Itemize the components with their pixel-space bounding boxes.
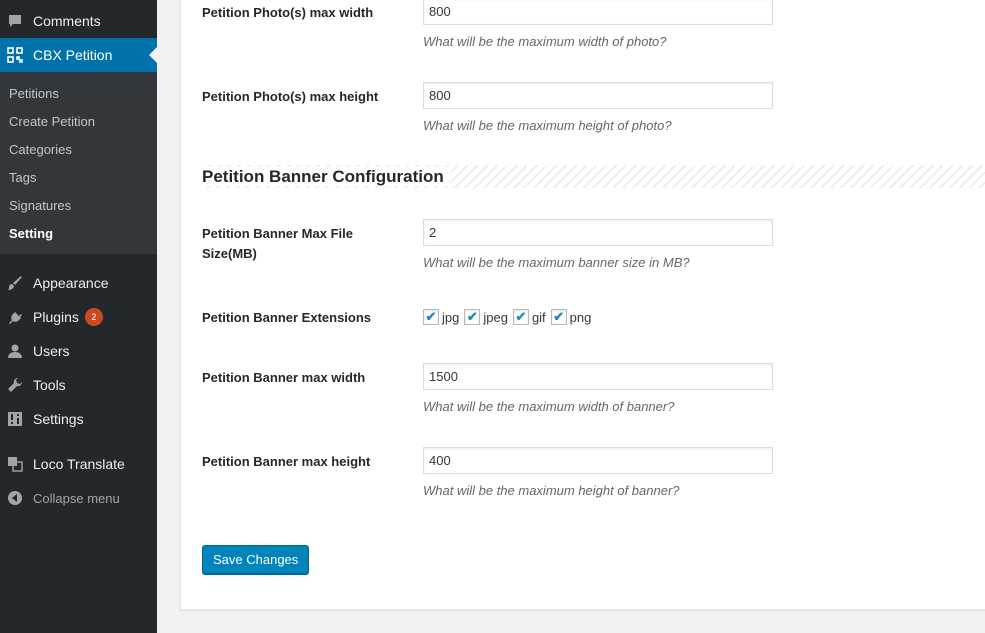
photo-width-input[interactable] bbox=[423, 0, 773, 25]
menu-cbx-petition[interactable]: CBX Petition bbox=[0, 38, 157, 72]
banner-height-description: What will be the maximum height of banne… bbox=[423, 483, 680, 498]
menu-users-label: Users bbox=[33, 343, 70, 359]
photo-height-label: Petition Photo(s) max height bbox=[202, 89, 379, 104]
menu-appearance-label: Appearance bbox=[33, 275, 109, 291]
checkmark-icon: ✔ bbox=[425, 309, 437, 324]
banner-size-label-line1: Petition Banner Max File bbox=[202, 226, 353, 241]
collapse-arrow-icon bbox=[6, 489, 24, 507]
collapse-menu-label: Collapse menu bbox=[33, 490, 120, 506]
jpeg-checkbox[interactable]: ✔ bbox=[464, 309, 481, 325]
menu-cbx-petition-label: CBX Petition bbox=[33, 47, 113, 63]
wrench-icon bbox=[6, 376, 24, 394]
photo-width-label: Petition Photo(s) max width bbox=[202, 5, 374, 20]
submenu-petitions[interactable]: Petitions bbox=[9, 86, 59, 101]
checkmark-icon: ✔ bbox=[515, 309, 527, 324]
plug-icon bbox=[6, 308, 24, 326]
menu-comments-label: Comments bbox=[33, 13, 101, 29]
paintbrush-icon bbox=[6, 274, 24, 292]
submenu-signatures[interactable]: Signatures bbox=[9, 198, 71, 213]
banner-size-label-line2: Size(MB) bbox=[202, 246, 257, 261]
user-icon bbox=[6, 342, 24, 360]
photo-height-description: What will be the maximum height of photo… bbox=[423, 118, 672, 133]
checkmark-icon: ✔ bbox=[466, 309, 478, 324]
banner-size-description: What will be the maximum banner size in … bbox=[423, 255, 690, 270]
menu-tools-label: Tools bbox=[33, 377, 66, 393]
menu-plugins-label: Plugins bbox=[33, 309, 79, 325]
menu-plugins[interactable]: Plugins 2 bbox=[0, 300, 157, 334]
menu-tools[interactable]: Tools bbox=[0, 368, 157, 402]
menu-loco-translate[interactable]: Loco Translate bbox=[0, 447, 157, 481]
banner-section-heading: Petition Banner Configuration bbox=[202, 165, 985, 188]
menu-loco-translate-label: Loco Translate bbox=[33, 456, 125, 472]
banner-size-label: Petition Banner Max File Size(MB) bbox=[202, 224, 353, 264]
banner-height-input[interactable] bbox=[423, 447, 773, 474]
menu-settings-label: Settings bbox=[33, 411, 84, 427]
banner-extensions-label: Petition Banner Extensions bbox=[202, 310, 372, 325]
submenu-setting[interactable]: Setting bbox=[9, 226, 53, 241]
collapse-menu-button[interactable]: Collapse menu bbox=[0, 481, 157, 515]
banner-width-input[interactable] bbox=[423, 363, 773, 390]
gif-checkbox[interactable]: ✔ bbox=[512, 309, 529, 325]
photo-width-description: What will be the maximum width of photo? bbox=[423, 34, 667, 49]
jpeg-option-label: jpeg bbox=[483, 309, 508, 325]
cbx-petition-submenu: Petitions Create Petition Categories Tag… bbox=[0, 72, 157, 254]
png-option-label: png bbox=[569, 309, 592, 325]
banner-size-input[interactable] bbox=[423, 219, 773, 246]
photo-height-input[interactable] bbox=[423, 82, 773, 109]
banner-width-description: What will be the maximum width of banner… bbox=[423, 399, 675, 414]
menu-users[interactable]: Users bbox=[0, 334, 157, 368]
png-checkbox[interactable]: ✔ bbox=[550, 309, 567, 325]
translate-icon bbox=[6, 455, 24, 473]
banner-height-label: Petition Banner max height bbox=[202, 454, 371, 469]
admin-sidebar: Comments CBX Petition Petitions Create P… bbox=[0, 0, 157, 633]
menu-settings[interactable]: Settings bbox=[0, 402, 157, 436]
checkmark-icon: ✔ bbox=[553, 309, 565, 324]
menu-appearance[interactable]: Appearance bbox=[0, 266, 157, 300]
sliders-icon bbox=[6, 410, 24, 428]
banner-extensions-group: ✔ jpg ✔ jpeg ✔ gif ✔ png bbox=[423, 309, 596, 325]
gif-option-label: gif bbox=[531, 309, 546, 325]
plugins-update-badge: 2 bbox=[84, 308, 103, 326]
banner-section-title: Petition Banner Configuration bbox=[202, 167, 450, 186]
menu-comments[interactable]: Comments bbox=[0, 4, 157, 38]
jpg-checkbox[interactable]: ✔ bbox=[423, 309, 439, 325]
jpg-option-label: jpg bbox=[442, 309, 460, 325]
submenu-categories[interactable]: Categories bbox=[9, 142, 72, 157]
banner-width-label: Petition Banner max width bbox=[202, 370, 366, 385]
save-changes-button[interactable]: Save Changes bbox=[202, 545, 310, 574]
submenu-tags[interactable]: Tags bbox=[9, 170, 36, 185]
comment-icon bbox=[6, 12, 24, 30]
qr-grid-icon bbox=[6, 46, 24, 64]
submenu-create-petition[interactable]: Create Petition bbox=[9, 114, 95, 129]
